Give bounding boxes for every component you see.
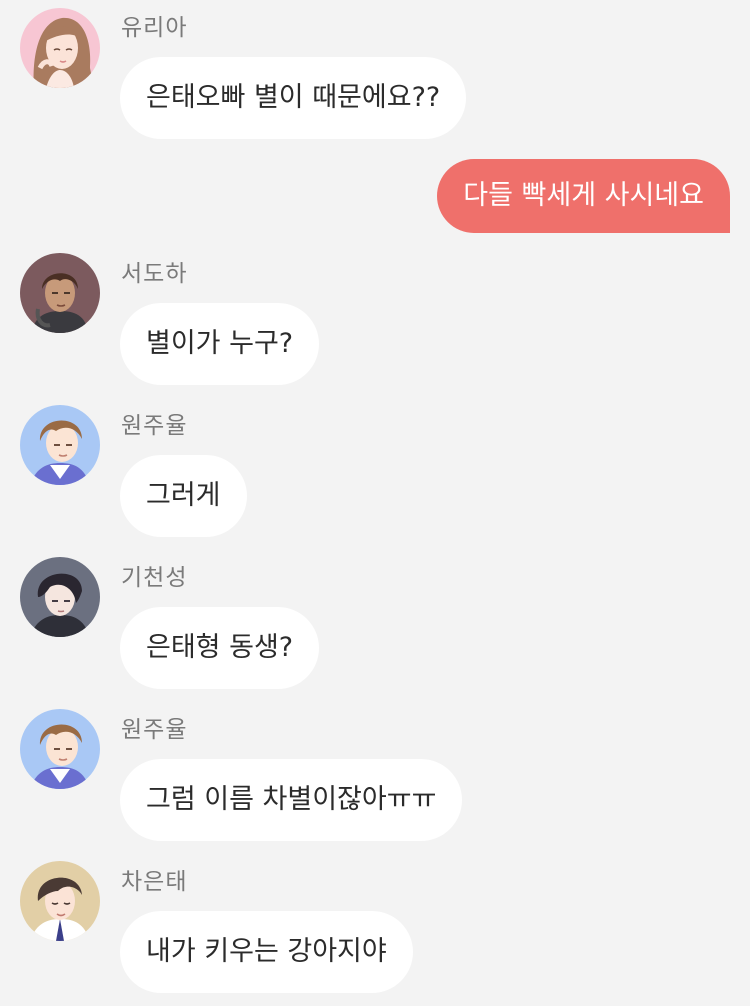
message-bubble[interactable]: 은태형 동생? [120, 607, 320, 689]
juyul-avatar[interactable] [20, 709, 100, 789]
message-bubble[interactable]: 은태오빠 별이 때문에요?? [120, 57, 467, 139]
message-bubble[interactable]: 별이가 누구? [120, 303, 320, 385]
message-bubble[interactable]: 내가 키우는 강아지야 [120, 911, 413, 993]
message-bubble[interactable]: 그러게 [120, 455, 247, 537]
message-bubble[interactable]: 그럼 이름 차별이잖아ㅠㅠ [120, 759, 463, 841]
doha-avatar[interactable] [20, 253, 100, 333]
sender-name: 원주율 [121, 717, 188, 743]
sender-name: 차은태 [121, 869, 188, 895]
sender-name: 원주율 [121, 413, 188, 439]
message-bubble-outgoing[interactable]: 다들 빡세게 사시네요 [437, 159, 730, 233]
euntae-avatar[interactable] [20, 861, 100, 941]
sender-name: 기천성 [121, 565, 188, 591]
yuria-avatar[interactable] [20, 8, 100, 88]
sender-name: 서도하 [121, 261, 188, 287]
cheonseong-avatar[interactable] [20, 557, 100, 637]
sender-name: 유리아 [121, 15, 188, 41]
juyul-avatar[interactable] [20, 405, 100, 485]
